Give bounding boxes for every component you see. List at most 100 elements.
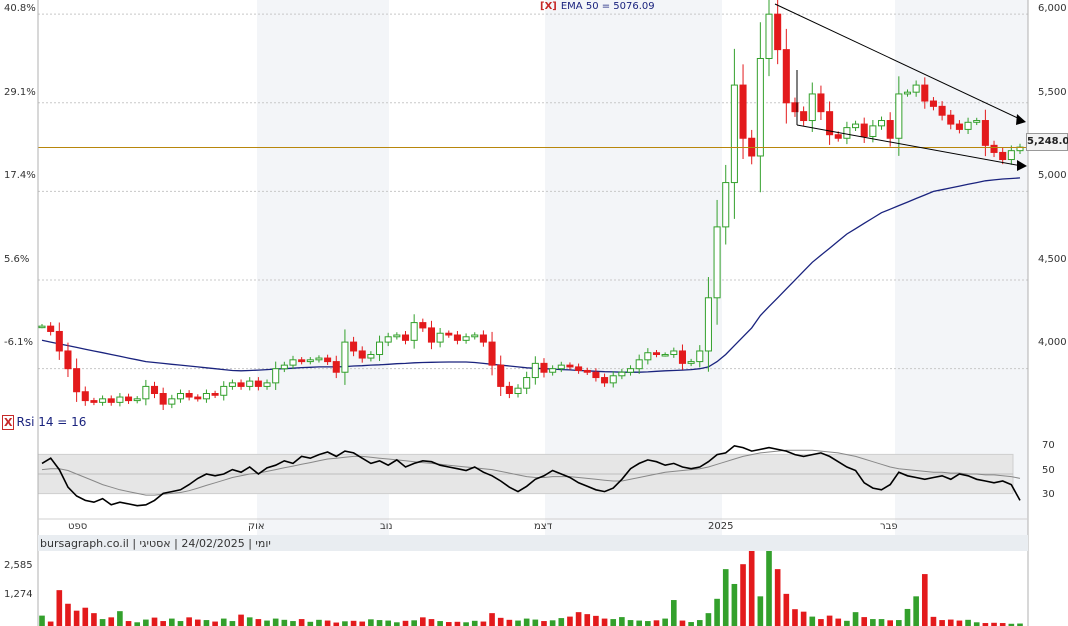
- candle-body: [497, 364, 505, 387]
- volume-bar: [515, 620, 521, 626]
- volume-bar: [558, 618, 565, 626]
- volume-bar: [904, 608, 911, 626]
- candle-body: [912, 84, 920, 93]
- volume-bar: [670, 600, 677, 626]
- candle-body: [237, 382, 245, 387]
- candle-body: [981, 120, 989, 146]
- candle-body: [730, 84, 738, 184]
- candle-body: [176, 393, 185, 400]
- candle-body: [462, 336, 470, 341]
- volume-bar: [705, 613, 712, 626]
- candle-body: [704, 297, 712, 352]
- candle-body: [557, 364, 565, 370]
- volume-bar: [489, 613, 495, 626]
- left-tick-5-6: 5.6%: [4, 254, 30, 265]
- volume-bar: [91, 613, 97, 626]
- volume-bar: [532, 619, 539, 626]
- volume-bar: [108, 617, 115, 626]
- volume-bar: [281, 619, 288, 626]
- volume-bar: [714, 598, 720, 626]
- candle-body: [367, 354, 375, 359]
- candle-body: [938, 105, 946, 116]
- left-tick-minus-6-1: -6.1%: [4, 337, 34, 348]
- info-bar: יומי | 24/02/2025 | אסטיגי | bursagraph.…: [40, 537, 271, 550]
- candle-body: [869, 125, 877, 137]
- candle-body: [220, 385, 228, 396]
- candle-body: [298, 359, 306, 363]
- candle-body: [479, 334, 487, 343]
- candle-body: [341, 341, 349, 373]
- volume-bar: [947, 619, 954, 626]
- month-label-2025: 2025: [708, 521, 734, 532]
- volume-bar: [333, 622, 340, 626]
- left-tick-17-4: 17.4%: [4, 170, 36, 181]
- candle-body: [678, 350, 686, 364]
- rsi-tick-70: 70: [1042, 440, 1055, 451]
- candle-body: [150, 385, 159, 395]
- candle-body: [263, 382, 271, 387]
- volume-bar: [151, 617, 158, 626]
- volume-bar: [480, 621, 487, 626]
- candle-body: [107, 398, 115, 403]
- volume-bar: [757, 596, 764, 626]
- left-tick-40-8: 40.8%: [4, 3, 36, 14]
- candle-body: [929, 100, 937, 107]
- volume-bar: [220, 618, 227, 626]
- ema-close-icon[interactable]: [X]: [540, 1, 557, 12]
- candle-body: [756, 57, 764, 157]
- volume-bar: [731, 583, 738, 626]
- volume-bar: [454, 621, 461, 626]
- candle-body: [990, 144, 998, 153]
- candle-body: [973, 120, 981, 123]
- candle-body: [453, 334, 461, 341]
- volume-bar: [861, 617, 868, 626]
- volume-bar: [264, 620, 270, 626]
- candle-body: [921, 84, 929, 102]
- volume-bar: [610, 619, 617, 626]
- candle-body: [860, 123, 868, 137]
- candle-body: [523, 377, 531, 389]
- volume-bar: [601, 618, 608, 626]
- candle-body: [289, 359, 297, 366]
- candle-body: [246, 380, 254, 387]
- candle-body: [228, 382, 236, 387]
- price-chart: [37, 0, 1029, 626]
- volume-bar: [316, 619, 322, 626]
- volume-bar: [229, 621, 236, 626]
- candle-body: [514, 387, 522, 395]
- volume-bar: [350, 620, 357, 626]
- volume-bar: [740, 564, 746, 626]
- rsi-close-icon[interactable]: X: [2, 415, 15, 430]
- candle-body: [955, 123, 963, 130]
- volume-bar: [428, 619, 435, 626]
- volume-bar: [965, 619, 971, 626]
- volume-bar: [471, 620, 478, 626]
- volume-bar: [194, 619, 201, 626]
- rsi-tick-30: 30: [1042, 489, 1055, 500]
- candle-body: [116, 396, 124, 403]
- candle-body: [194, 396, 202, 400]
- candle-body: [393, 334, 401, 338]
- volume-bar: [636, 620, 642, 626]
- volume-bar: [878, 619, 885, 626]
- volume-bar: [584, 614, 591, 626]
- volume-bar: [342, 621, 348, 626]
- candle-body: [505, 385, 513, 395]
- ema-line: [41, 177, 1021, 373]
- candle-body: [133, 398, 141, 402]
- candle-body: [696, 350, 704, 363]
- candle-body: [384, 336, 392, 343]
- volume-bar: [56, 590, 63, 626]
- volume-bar: [203, 620, 210, 626]
- candle-body: [1007, 150, 1015, 161]
- candle-body: [81, 391, 89, 402]
- volume-bar: [99, 619, 106, 626]
- volume-bar: [619, 617, 625, 626]
- volume-bar: [186, 617, 192, 626]
- volume-bar: [47, 621, 54, 626]
- chart-frame: [37, 0, 1029, 626]
- candle-body: [125, 396, 133, 402]
- candle-body: [583, 369, 591, 373]
- volume-bar: [402, 620, 409, 626]
- grid-lines: [38, 13, 1028, 370]
